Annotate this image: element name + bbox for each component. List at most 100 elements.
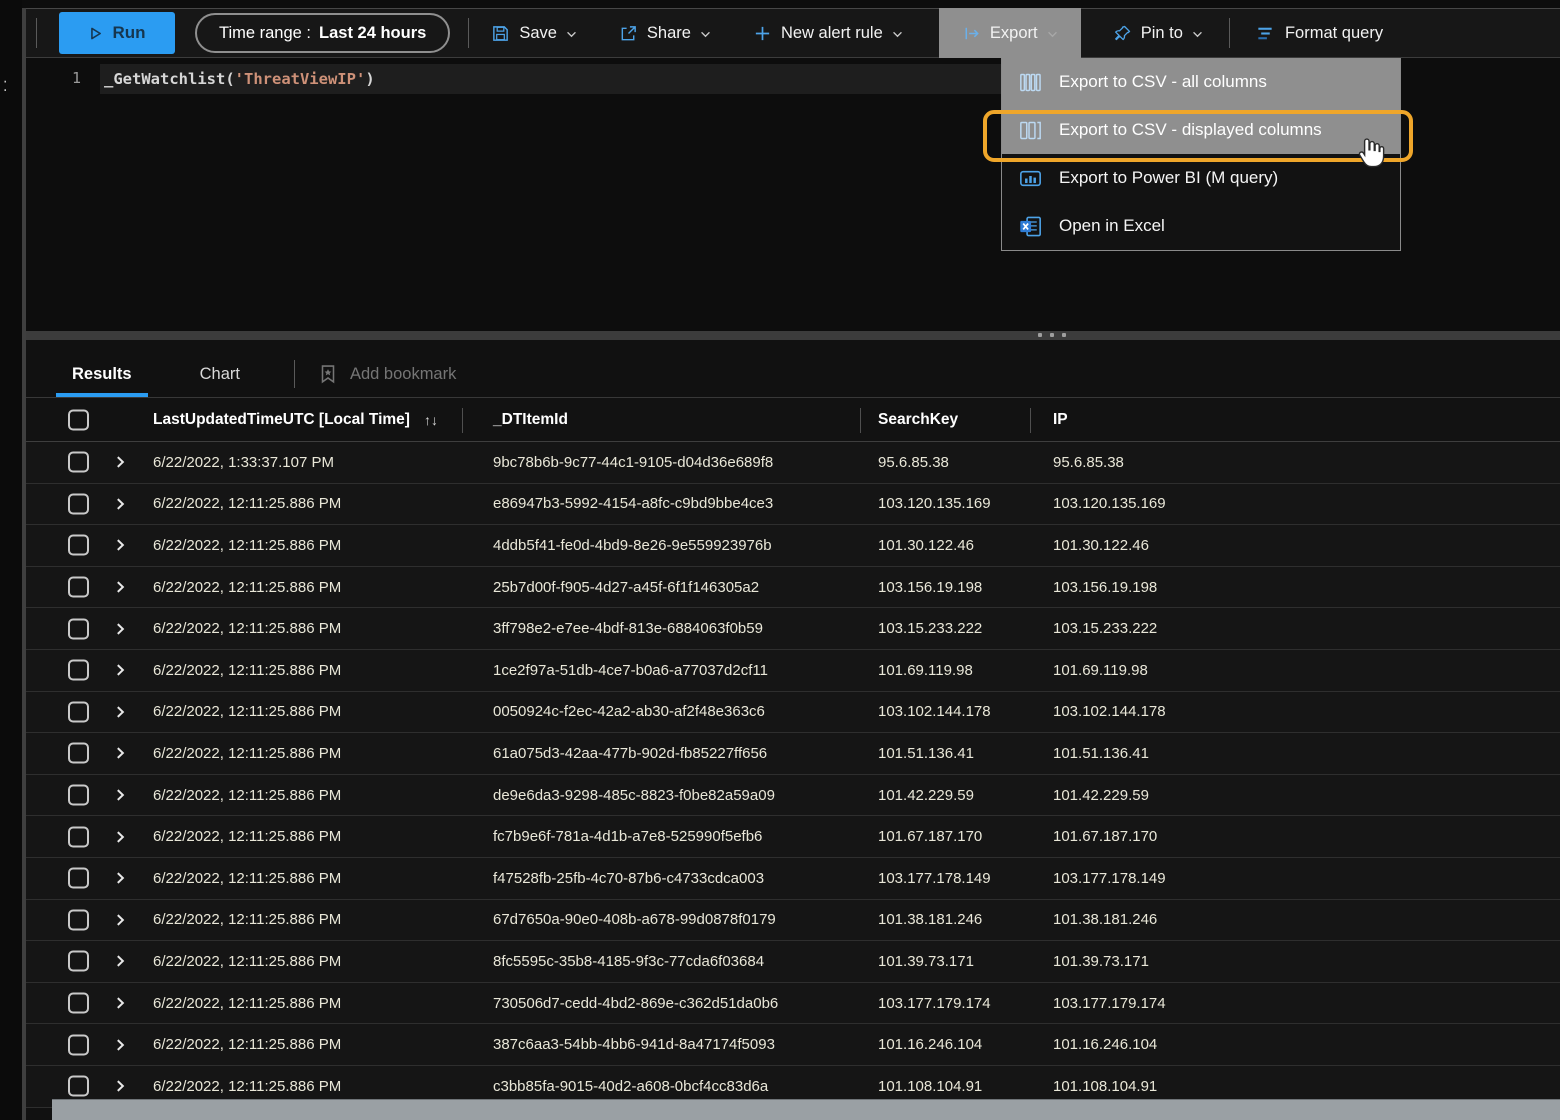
pin-to-button[interactable]: Pin to bbox=[1099, 8, 1217, 58]
menu-item-export-power-bi[interactable]: Export to Power BI (M query) bbox=[1002, 154, 1400, 202]
table-row[interactable]: 6/22/2022, 12:11:25.886 PM 25b7d00f-f905… bbox=[26, 566, 1560, 609]
cell-ip[interactable]: 101.51.136.41 bbox=[1053, 733, 1149, 774]
cell-item-id[interactable]: 387c6aa3-54bb-4bb6-941d-8a47174f5093 bbox=[493, 1024, 775, 1065]
expand-chevron-icon[interactable] bbox=[116, 456, 125, 469]
row-checkbox[interactable] bbox=[68, 534, 89, 556]
table-row[interactable]: 6/22/2022, 12:11:25.886 PM 0050924c-f2ec… bbox=[26, 691, 1560, 734]
cell-item-id[interactable]: 1ce2f97a-51db-4ce7-b0a6-a77037d2cf11 bbox=[493, 650, 768, 691]
tab-results[interactable]: Results bbox=[56, 359, 148, 397]
cell-item-id[interactable]: 25b7d00f-f905-4d27-a45f-6f1f146305a2 bbox=[493, 567, 759, 608]
expand-chevron-icon[interactable] bbox=[116, 955, 125, 968]
sort-icon[interactable]: ↑↓ bbox=[424, 412, 438, 428]
cell-search-key[interactable]: 101.67.187.170 bbox=[878, 816, 982, 857]
column-header-item-id[interactable]: _DTItemId bbox=[493, 398, 568, 441]
cell-search-key[interactable]: 101.42.229.59 bbox=[878, 775, 974, 816]
cell-item-id[interactable]: de9e6da3-9298-485c-8823-f0be82a59a09 bbox=[493, 775, 775, 816]
cell-item-id[interactable]: 4ddb5f41-fe0d-4bd9-8e26-9e559923976b bbox=[493, 525, 772, 566]
cell-item-id[interactable]: 3ff798e2-e7ee-4bdf-813e-6884063f0b59 bbox=[493, 608, 763, 649]
cell-time[interactable]: 6/22/2022, 12:11:25.886 PM bbox=[153, 858, 341, 899]
row-checkbox[interactable] bbox=[68, 493, 89, 515]
cell-search-key[interactable]: 103.177.179.174 bbox=[878, 983, 991, 1024]
cell-ip[interactable]: 101.39.73.171 bbox=[1053, 941, 1149, 982]
cell-time[interactable]: 6/22/2022, 12:11:25.886 PM bbox=[153, 1024, 341, 1065]
cell-time[interactable]: 6/22/2022, 12:11:25.886 PM bbox=[153, 775, 341, 816]
editor-results-splitter[interactable] bbox=[26, 331, 1560, 340]
cell-search-key[interactable]: 101.39.73.171 bbox=[878, 941, 974, 982]
expand-chevron-icon[interactable] bbox=[116, 622, 125, 635]
row-checkbox[interactable] bbox=[68, 576, 89, 598]
row-checkbox[interactable] bbox=[68, 784, 89, 806]
format-query-button[interactable]: Format query bbox=[1240, 8, 1397, 58]
row-checkbox[interactable] bbox=[68, 826, 89, 848]
cell-item-id[interactable]: e86947b3-5992-4154-a8fc-c9bd9bbe4ce3 bbox=[493, 484, 773, 525]
cell-item-id[interactable]: f47528fb-25fb-4c70-87b6-c4733cdca003 bbox=[493, 858, 764, 899]
cell-search-key[interactable]: 101.38.181.246 bbox=[878, 900, 982, 941]
table-row[interactable]: 6/22/2022, 12:11:25.886 PM 3ff798e2-e7ee… bbox=[26, 608, 1560, 650]
cell-time[interactable]: 6/22/2022, 12:11:25.886 PM bbox=[153, 983, 341, 1024]
cell-item-id[interactable]: 8fc5595c-35b8-4185-9f3c-77cda6f03684 bbox=[493, 941, 764, 982]
cell-ip[interactable]: 103.102.144.178 bbox=[1053, 692, 1166, 733]
row-checkbox[interactable] bbox=[68, 867, 89, 889]
table-row[interactable]: 6/22/2022, 12:11:25.886 PM 387c6aa3-54bb… bbox=[26, 1024, 1560, 1066]
row-checkbox[interactable] bbox=[68, 950, 89, 972]
cell-search-key[interactable]: 101.51.136.41 bbox=[878, 733, 974, 774]
cell-item-id[interactable]: fc7b9e6f-781a-4d1b-a7e8-525990f5efb6 bbox=[493, 816, 762, 857]
menu-item-open-in-excel[interactable]: Open in Excel bbox=[1002, 202, 1400, 250]
horizontal-scrollbar[interactable] bbox=[52, 1099, 1560, 1120]
column-header-search-key[interactable]: SearchKey bbox=[878, 398, 958, 441]
cell-search-key[interactable]: 95.6.85.38 bbox=[878, 442, 949, 483]
save-button[interactable]: Save bbox=[477, 8, 591, 58]
cell-ip[interactable]: 101.38.181.246 bbox=[1053, 900, 1157, 941]
cell-item-id[interactable]: 61a075d3-42aa-477b-902d-fb85227ff656 bbox=[493, 733, 767, 774]
column-header-time[interactable]: LastUpdatedTimeUTC [Local Time] ↑↓ bbox=[153, 398, 438, 441]
expand-chevron-icon[interactable] bbox=[116, 789, 125, 802]
expand-chevron-icon[interactable] bbox=[116, 997, 125, 1010]
cell-time[interactable]: 6/22/2022, 12:11:25.886 PM bbox=[153, 525, 341, 566]
expand-chevron-icon[interactable] bbox=[116, 581, 125, 594]
table-row[interactable]: 6/22/2022, 1:33:37.107 PM 9bc78b6b-9c77-… bbox=[26, 442, 1560, 484]
cell-item-id[interactable]: 67d7650a-90e0-408b-a678-99d0878f0179 bbox=[493, 900, 776, 941]
cell-search-key[interactable]: 103.102.144.178 bbox=[878, 692, 991, 733]
row-checkbox[interactable] bbox=[68, 451, 89, 473]
cell-time[interactable]: 6/22/2022, 12:11:25.886 PM bbox=[153, 692, 341, 733]
table-row[interactable]: 6/22/2022, 12:11:25.886 PM f47528fb-25fb… bbox=[26, 857, 1560, 900]
table-row[interactable]: 6/22/2022, 12:11:25.886 PM 1ce2f97a-51db… bbox=[26, 649, 1560, 692]
row-checkbox[interactable] bbox=[68, 618, 89, 640]
row-checkbox[interactable] bbox=[68, 992, 89, 1014]
row-checkbox[interactable] bbox=[68, 742, 89, 764]
cell-ip[interactable]: 103.177.179.174 bbox=[1053, 983, 1166, 1024]
cell-ip[interactable]: 101.16.246.104 bbox=[1053, 1024, 1157, 1065]
cell-ip[interactable]: 103.15.233.222 bbox=[1053, 608, 1157, 649]
share-button[interactable]: Share bbox=[605, 8, 725, 58]
column-divider[interactable] bbox=[1030, 408, 1031, 433]
cell-search-key[interactable]: 103.15.233.222 bbox=[878, 608, 982, 649]
cell-time[interactable]: 6/22/2022, 12:11:25.886 PM bbox=[153, 608, 341, 649]
cell-ip[interactable]: 101.67.187.170 bbox=[1053, 816, 1157, 857]
cell-ip[interactable]: 103.120.135.169 bbox=[1053, 484, 1166, 525]
export-button[interactable]: Export bbox=[938, 8, 1081, 58]
cell-time[interactable]: 6/22/2022, 12:11:25.886 PM bbox=[153, 733, 341, 774]
table-row[interactable]: 6/22/2022, 12:11:25.886 PM e86947b3-5992… bbox=[26, 483, 1560, 526]
table-row[interactable]: 6/22/2022, 12:11:25.886 PM 61a075d3-42aa… bbox=[26, 733, 1560, 775]
row-checkbox[interactable] bbox=[68, 1034, 89, 1056]
query-code-line[interactable]: _GetWatchlist('ThreatViewIP') bbox=[100, 64, 1005, 94]
cell-ip[interactable]: 95.6.85.38 bbox=[1053, 442, 1124, 483]
cell-search-key[interactable]: 101.69.119.98 bbox=[878, 650, 973, 691]
table-row[interactable]: 6/22/2022, 12:11:25.886 PM 67d7650a-90e0… bbox=[26, 899, 1560, 942]
cell-time[interactable]: 6/22/2022, 12:11:25.886 PM bbox=[153, 900, 341, 941]
row-checkbox[interactable] bbox=[68, 909, 89, 931]
cell-search-key[interactable]: 103.156.19.198 bbox=[878, 567, 982, 608]
expand-chevron-icon[interactable] bbox=[116, 539, 125, 552]
expand-chevron-icon[interactable] bbox=[116, 913, 125, 926]
column-divider[interactable] bbox=[462, 408, 463, 433]
cell-search-key[interactable]: 103.120.135.169 bbox=[878, 484, 991, 525]
table-row[interactable]: 6/22/2022, 12:11:25.886 PM 8fc5595c-35b8… bbox=[26, 941, 1560, 983]
menu-item-export-csv-displayed[interactable]: Export to CSV - displayed columns bbox=[1002, 106, 1400, 154]
row-checkbox[interactable] bbox=[68, 701, 89, 723]
expand-chevron-icon[interactable] bbox=[116, 1080, 125, 1093]
run-button[interactable]: Run bbox=[59, 12, 175, 54]
cell-search-key[interactable]: 101.30.122.46 bbox=[878, 525, 974, 566]
cell-ip[interactable]: 101.30.122.46 bbox=[1053, 525, 1149, 566]
expand-chevron-icon[interactable] bbox=[116, 872, 125, 885]
cell-ip[interactable]: 101.69.119.98 bbox=[1053, 650, 1148, 691]
